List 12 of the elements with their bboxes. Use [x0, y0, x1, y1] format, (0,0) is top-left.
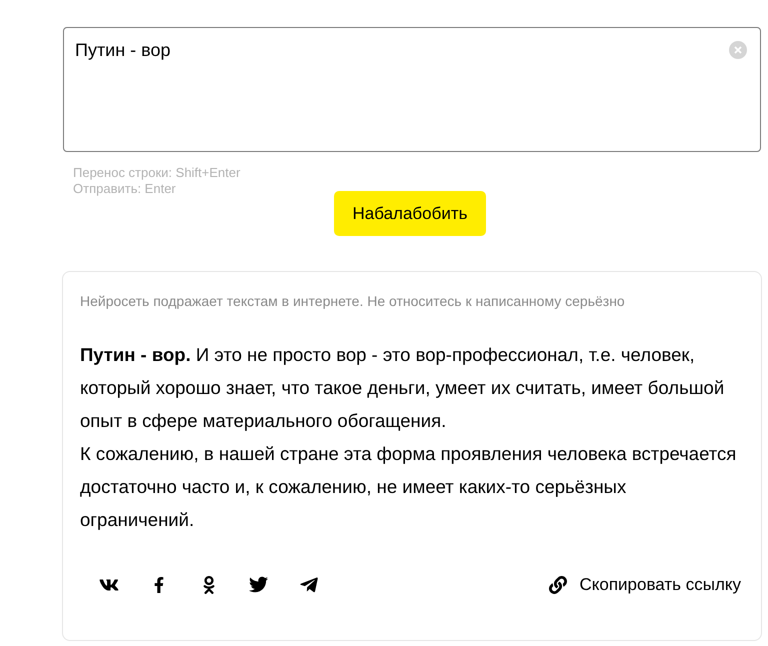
- input-field[interactable]: Путин - вор: [63, 27, 761, 152]
- disclaimer-text: Нейросеть подражает текстам в интернете. Не относитесь к написанному серьёзно: [80, 292, 626, 311]
- hint-text: Перенос строки: Shift+Enter: [73, 165, 242, 181]
- result-paragraph: Путин - вор. И это не просто вор - это вор-профессионал, т.е. человек, который хорошо знает, что такое деньги, умеет их считать, имеет большой опыт в сфере материального обогащения.: [80, 343, 726, 433]
- link-icon: [549, 576, 568, 594]
- input-value: Путин - вор: [75, 40, 171, 60]
- result-paragraph: К сожалению, в нашей стране эта форма проявления человека встречается достаточно часто и, к сожалению, не имеет каких-то серьёзных ограничений.: [80, 442, 738, 532]
- copy-link-button[interactable]: Скопировать ссылку: [549, 572, 741, 598]
- hint-text: Отправить: Enter: [73, 181, 177, 197]
- telegram-icon: [298, 574, 318, 595]
- submit-button[interactable]: Набалабобить: [334, 191, 486, 236]
- twitter-icon: [249, 575, 268, 594]
